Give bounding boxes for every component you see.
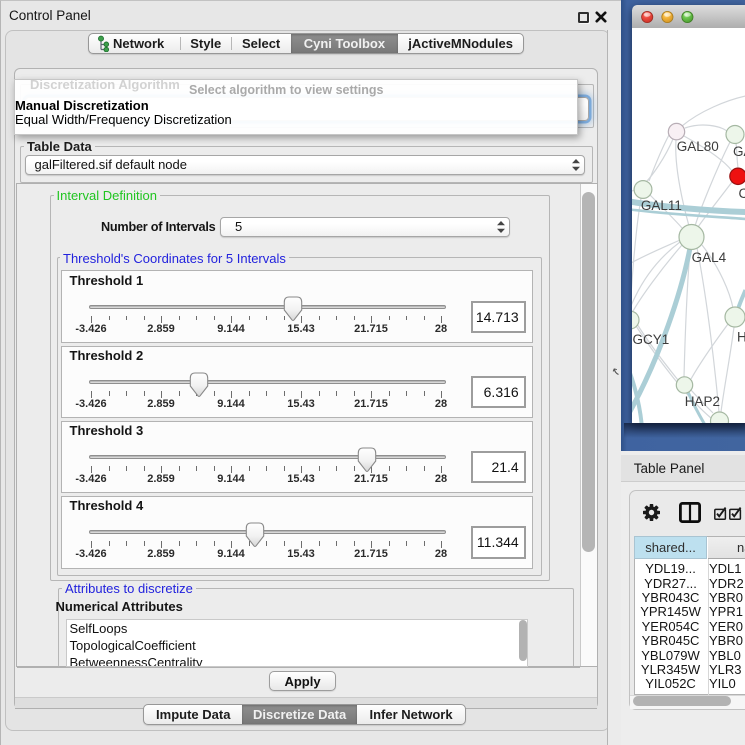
svg-text:GAL11: GAL11 — [640, 198, 681, 213]
svg-text:GCY1: GCY1 — [632, 332, 669, 347]
svg-text:C: C — [738, 186, 745, 201]
svg-text:GA: GA — [733, 144, 745, 159]
svg-text:GAL4: GAL4 — [691, 250, 726, 265]
svg-text:H: H — [737, 330, 745, 345]
svg-text:HAP2: HAP2 — [684, 394, 719, 409]
svg-text:GAL80: GAL80 — [676, 139, 718, 154]
